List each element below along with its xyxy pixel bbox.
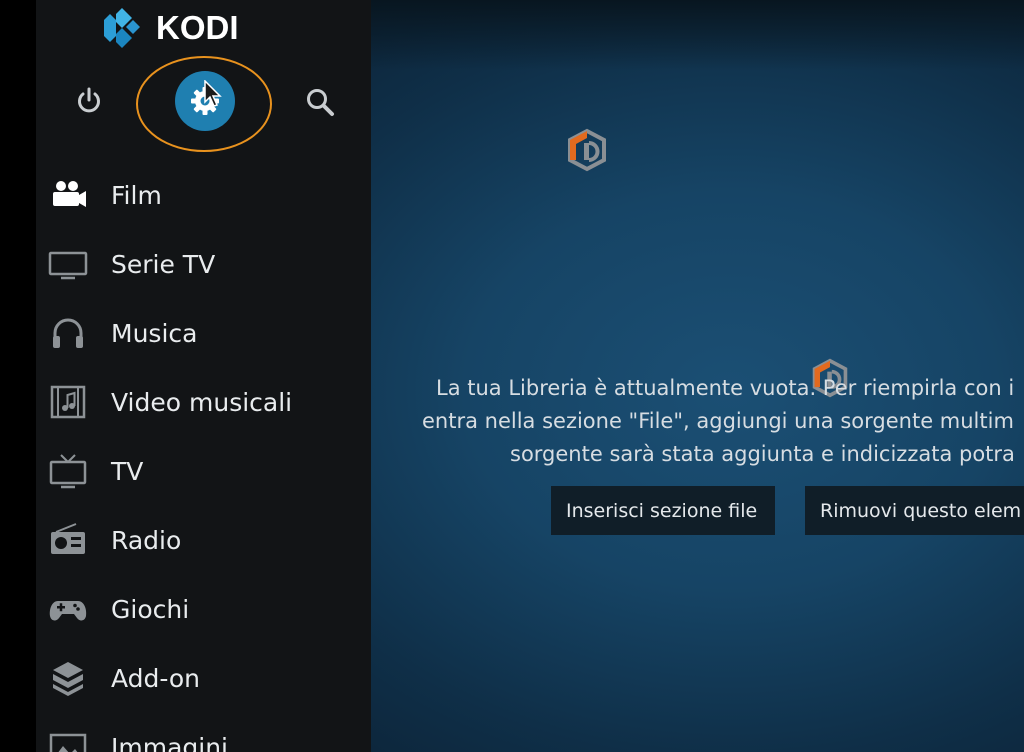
gamepad-icon [48, 589, 88, 629]
menu-label: Video musicali [111, 387, 293, 417]
music-video-icon [48, 382, 88, 422]
menu-label: Radio [111, 525, 182, 555]
kodi-window: KODI Film Serie TV Musica Video musicali… [0, 0, 1024, 752]
kodi-logo: KODI [100, 6, 239, 50]
search-button[interactable] [304, 86, 336, 118]
app-title: KODI [156, 9, 239, 46]
menu-item-tv[interactable]: TV [36, 441, 371, 501]
menu-item-video-musicali[interactable]: Video musicali [36, 372, 371, 432]
menu-label: TV [111, 456, 144, 486]
watermark-logo-icon [568, 128, 606, 172]
mouse-cursor-icon [204, 80, 222, 107]
menu-label: Musica [111, 318, 198, 348]
headphones-icon [48, 313, 88, 353]
menu-item-film[interactable]: Film [36, 165, 371, 225]
menu-item-radio[interactable]: Radio [36, 510, 371, 570]
power-icon [78, 87, 100, 113]
remove-item-button[interactable]: Rimuovi questo elem [805, 486, 1024, 535]
menu-item-giochi[interactable]: Giochi [36, 579, 371, 639]
tv-monitor-icon [48, 244, 88, 284]
sidebar: KODI Film Serie TV Musica Video musicali… [36, 0, 371, 752]
kodi-logo-icon [104, 8, 140, 48]
menu-label: Immagini [111, 732, 229, 752]
pictures-icon [48, 727, 88, 752]
message-line: La tua Libreria è attualmente vuota. Per… [436, 376, 1015, 400]
menu-label: Add-on [111, 663, 201, 693]
menu-item-immagini[interactable]: Immagini [36, 717, 371, 752]
library-content-area: La tua Libreria è attualmente vuota. Per… [371, 0, 1024, 752]
menu-item-serie-tv[interactable]: Serie TV [36, 234, 371, 294]
left-border [0, 0, 36, 752]
search-icon [307, 89, 334, 116]
addon-box-icon [48, 658, 88, 698]
menu-label: Giochi [111, 594, 190, 624]
menu-label: Film [111, 180, 162, 210]
power-button[interactable] [74, 86, 104, 116]
menu-item-musica[interactable]: Musica [36, 303, 371, 363]
menu-label: Serie TV [111, 249, 216, 279]
radio-icon [48, 520, 88, 560]
menu-item-add-on[interactable]: Add-on [36, 648, 371, 708]
film-camera-icon [48, 175, 88, 215]
tv-antenna-icon [48, 451, 88, 491]
message-line: sorgente sarà stata aggiunta e indicizza… [510, 442, 1015, 466]
add-file-source-button[interactable]: Inserisci sezione file [551, 486, 775, 535]
message-line: entra nella sezione "File", aggiungi una… [422, 409, 1014, 433]
